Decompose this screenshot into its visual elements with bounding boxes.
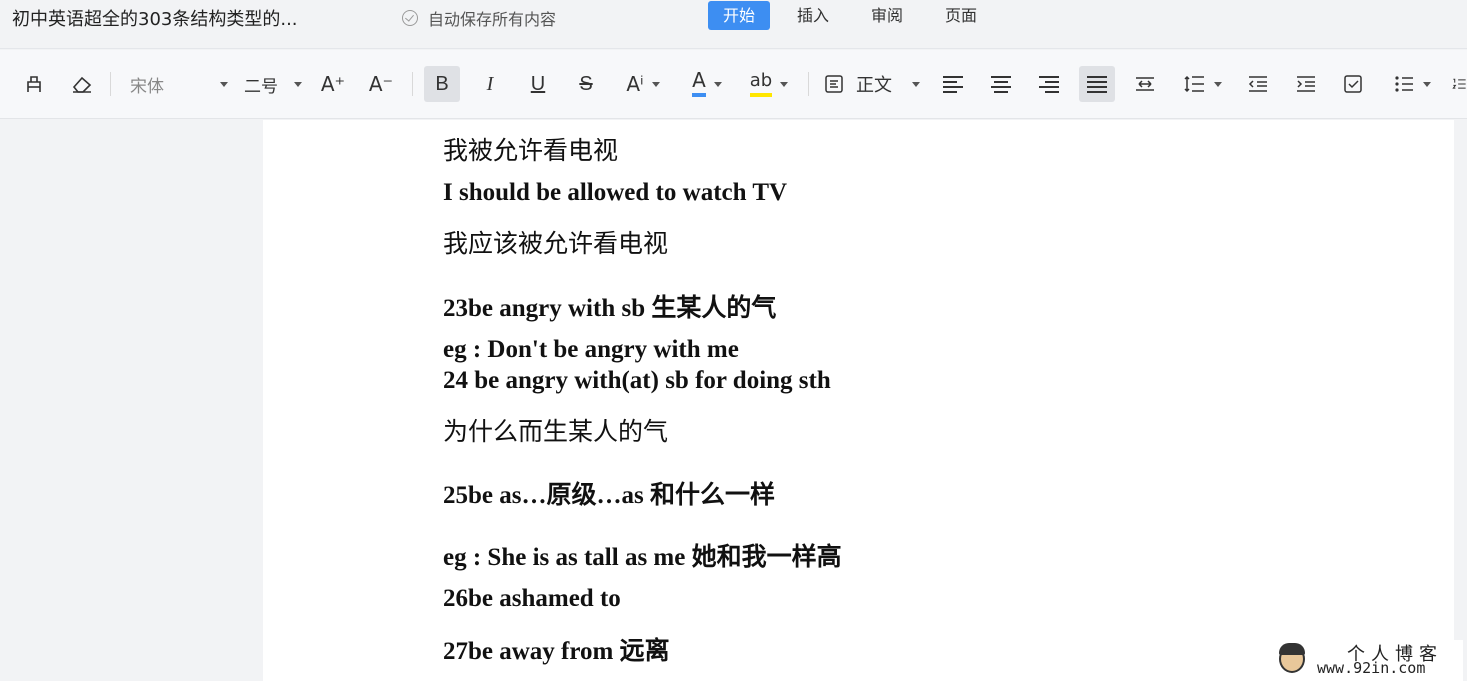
- toolbar-divider: [110, 72, 111, 96]
- checkbox-list-icon[interactable]: [1341, 66, 1367, 102]
- decrease-font-button[interactable]: A⁻: [366, 66, 396, 102]
- doc-line-9: eg : She is as tall as me 她和我一样高: [443, 544, 842, 571]
- chevron-down-icon: [912, 81, 920, 87]
- bullet-list-icon: [1395, 76, 1413, 92]
- toolbar-divider: [412, 72, 413, 96]
- paragraph-style-icon: [825, 75, 843, 93]
- align-left-icon[interactable]: [940, 66, 966, 102]
- chevron-down-icon: [220, 81, 228, 87]
- toolbar-divider: [808, 72, 809, 96]
- doc-line-8: 25be as…原级…as 和什么一样: [443, 482, 775, 509]
- autosave-label: 自动保存所有内容: [428, 10, 557, 29]
- document-title[interactable]: 初中英语超全的303条结构类型的...: [12, 5, 298, 31]
- highlight-icon: ab: [749, 71, 773, 97]
- underline-button[interactable]: U: [524, 66, 552, 102]
- paragraph-style-select[interactable]: 正文: [824, 66, 920, 102]
- tab-review[interactable]: 审阅: [856, 1, 918, 30]
- title-bar: 初中英语超全的303条结构类型的... 自动保存所有内容 开始 插入 审阅 页面: [0, 0, 1467, 49]
- font-color-icon: A: [692, 70, 706, 97]
- numbered-list-icon[interactable]: [1452, 66, 1467, 102]
- chevron-down-icon: [713, 81, 722, 87]
- chevron-down-icon: [1423, 81, 1431, 87]
- strikethrough-button[interactable]: S: [572, 66, 600, 102]
- document-page[interactable]: 我被允许看电视 I should be allowed to watch TV …: [263, 120, 1454, 681]
- align-center-icon[interactable]: [988, 66, 1014, 102]
- autosave-status: 自动保存所有内容: [402, 6, 556, 30]
- avatar-icon: [1279, 643, 1305, 673]
- italic-button[interactable]: I: [476, 66, 504, 102]
- tab-insert[interactable]: 插入: [782, 1, 844, 30]
- distributed-align-icon[interactable]: [1132, 66, 1158, 102]
- line-spacing-select[interactable]: [1180, 66, 1226, 102]
- doc-line-6: 24 be angry with(at) sb for doing sth: [443, 367, 831, 394]
- doc-line-3: 我应该被允许看电视: [443, 229, 669, 258]
- increase-font-button[interactable]: A⁺: [318, 66, 348, 102]
- doc-line-7: 为什么而生某人的气: [443, 417, 669, 446]
- paragraph-style-value: 正文: [856, 75, 892, 96]
- font-color-select[interactable]: A: [684, 66, 730, 102]
- line-spacing-icon: [1184, 75, 1204, 93]
- font-size-select[interactable]: 二号: [244, 66, 302, 102]
- chevron-down-icon: [294, 81, 302, 87]
- decrease-indent-icon[interactable]: [1245, 66, 1271, 102]
- bullet-list-select[interactable]: [1389, 66, 1435, 102]
- doc-line-10: 26be ashamed to: [443, 585, 621, 612]
- format-painter-icon[interactable]: [20, 66, 48, 102]
- tab-start[interactable]: 开始: [708, 1, 771, 30]
- superscript-icon: Aⁱ: [626, 72, 644, 96]
- check-circle-icon: [402, 10, 418, 26]
- doc-line-4: 23be angry with sb 生某人的气: [443, 295, 777, 322]
- superscript-select[interactable]: Aⁱ: [620, 66, 666, 102]
- font-size-value: 二号: [244, 76, 278, 97]
- chevron-down-icon: [651, 81, 660, 87]
- clear-format-eraser-icon[interactable]: [68, 66, 96, 102]
- blog-watermark: 个人博客 www.92in.com: [1273, 640, 1463, 681]
- font-family-select[interactable]: 宋体: [130, 66, 228, 102]
- font-family-value: 宋体: [130, 76, 164, 97]
- doc-line-1: 我被允许看电视: [443, 136, 619, 165]
- increase-indent-icon[interactable]: [1293, 66, 1319, 102]
- justify-icon[interactable]: [1079, 66, 1115, 102]
- align-right-icon[interactable]: [1036, 66, 1062, 102]
- doc-line-5: eg : Don't be angry with me: [443, 336, 739, 363]
- highlight-select[interactable]: ab: [746, 66, 792, 102]
- watermark-url: www.92in.com: [1317, 659, 1426, 677]
- bold-button[interactable]: B: [424, 66, 460, 102]
- doc-line-2: I should be allowed to watch TV: [443, 179, 788, 206]
- doc-line-11: 27be away from 远离: [443, 638, 670, 665]
- chevron-down-icon: [1214, 81, 1222, 87]
- ribbon-tabs: 开始 插入 审阅 页面: [708, 1, 1004, 30]
- tab-page[interactable]: 页面: [930, 1, 992, 30]
- chevron-down-icon: [780, 81, 789, 87]
- formatting-toolbar: 宋体 二号 A⁺ A⁻ B I U S Aⁱ A ab 正文: [0, 50, 1467, 119]
